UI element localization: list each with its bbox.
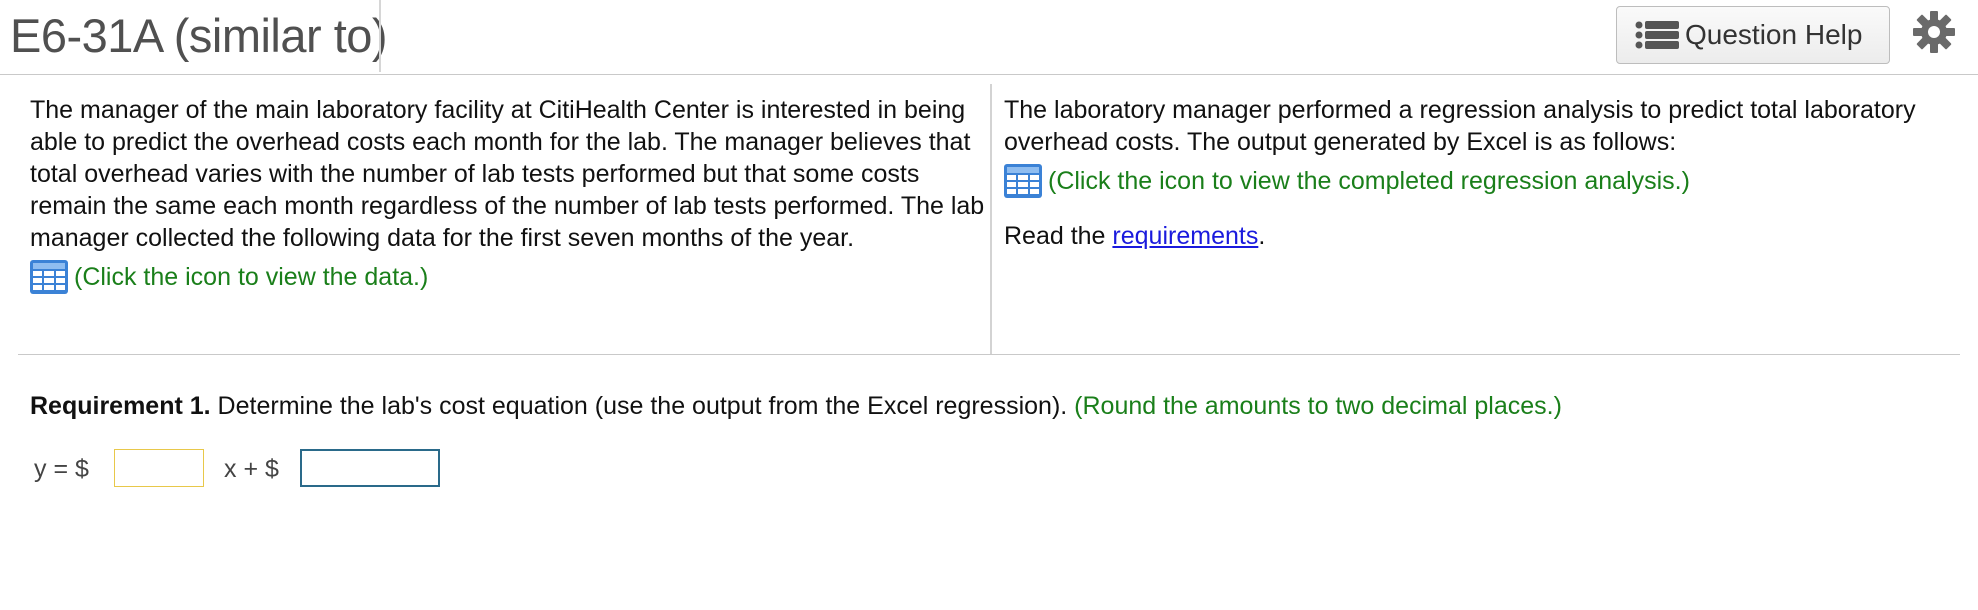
problem-description: The manager of the main laboratory facil… bbox=[30, 94, 985, 294]
read-prefix: Read the bbox=[1004, 222, 1113, 250]
panel-divider bbox=[990, 84, 992, 354]
requirement-label: Requirement 1. bbox=[30, 392, 211, 420]
problem-panels: The manager of the main laboratory facil… bbox=[18, 84, 1960, 355]
question-help-label: Question Help bbox=[1685, 19, 1863, 50]
table-icon bbox=[1004, 164, 1042, 198]
x-plus-label: x + $ bbox=[224, 455, 279, 483]
problem-text: The manager of the main laboratory facil… bbox=[30, 96, 985, 252]
y-equals-label: y = $ bbox=[34, 455, 89, 483]
view-regression-link-text[interactable]: (Click the icon to view the completed re… bbox=[1048, 165, 1690, 197]
requirements-link[interactable]: requirements bbox=[1112, 222, 1258, 250]
requirement-text: Determine the lab's cost equation (use t… bbox=[210, 392, 1068, 420]
list-icon bbox=[1635, 21, 1679, 49]
gear-icon[interactable] bbox=[1912, 10, 1956, 54]
read-suffix: . bbox=[1258, 222, 1266, 250]
table-icon bbox=[30, 260, 68, 294]
view-data-link-text[interactable]: (Click the icon to view the data.) bbox=[74, 261, 428, 293]
rounding-hint: (Round the amounts to two decimal places… bbox=[1067, 392, 1562, 420]
view-data-link[interactable]: (Click the icon to view the data.) bbox=[30, 260, 985, 294]
view-regression-link[interactable]: (Click the icon to view the completed re… bbox=[1004, 164, 1934, 198]
regression-text: The laboratory manager performed a regre… bbox=[1004, 96, 1916, 156]
slope-input[interactable] bbox=[114, 449, 204, 487]
title-divider bbox=[379, 0, 381, 72]
page-title: E6-31A (similar to) bbox=[10, 9, 388, 62]
intercept-input[interactable] bbox=[300, 449, 440, 487]
header-bar: E6-31A (similar to) Question Help bbox=[0, 0, 1978, 75]
requirement-1: Requirement 1. Determine the lab's cost … bbox=[30, 392, 1562, 421]
read-requirements-line: Read the requirements. bbox=[1004, 220, 1934, 252]
question-help-button[interactable]: Question Help bbox=[1616, 6, 1890, 64]
regression-description: The laboratory manager performed a regre… bbox=[1004, 94, 1934, 252]
